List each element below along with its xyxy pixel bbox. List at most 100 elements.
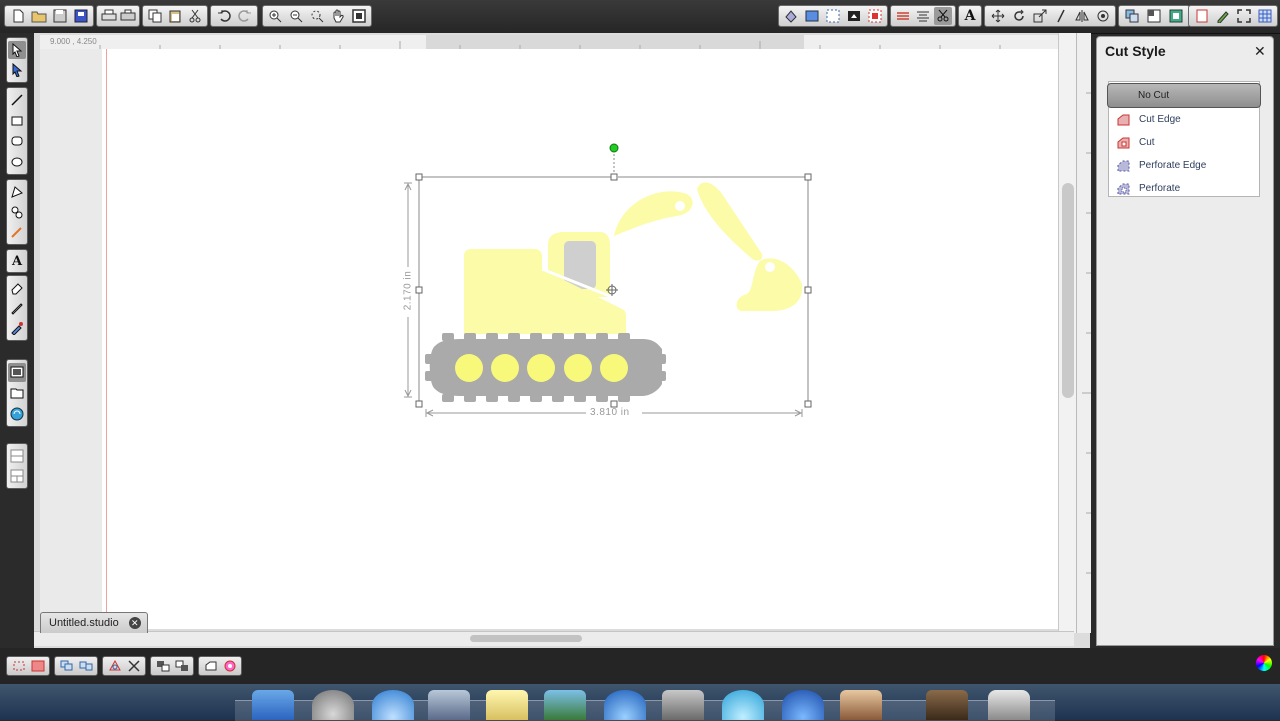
system-preferences-icon[interactable] (662, 690, 704, 720)
paste-icon[interactable] (166, 7, 184, 25)
downloads-stack-icon[interactable] (926, 690, 968, 720)
split-view-bottom-icon[interactable] (8, 467, 26, 485)
mirror-icon[interactable] (1072, 7, 1091, 25)
line-color-icon[interactable] (803, 7, 822, 25)
text-style-icon[interactable]: A (962, 7, 978, 25)
zoom-in-icon[interactable] (266, 7, 285, 25)
resize-handle-top-right[interactable] (804, 173, 812, 181)
polygon-tool-icon[interactable] (8, 183, 26, 201)
cut-option-cut-edge[interactable]: Cut Edge (1109, 108, 1259, 131)
resize-handle-left[interactable] (415, 286, 423, 294)
itunes-icon[interactable] (604, 690, 646, 720)
rectangle-tool-icon[interactable] (8, 112, 26, 131)
design-page[interactable]: 3.810 in 2.170 in (102, 49, 1058, 629)
zoom-out-icon[interactable] (287, 7, 306, 25)
cut-option-perforate-edge[interactable]: Perforate Edge (1109, 154, 1259, 177)
mail-icon[interactable] (428, 690, 470, 720)
horizontal-scrollbar[interactable] (34, 631, 1074, 646)
send-to-cutter-icon[interactable] (119, 7, 136, 25)
send-to-back-icon[interactable] (173, 658, 190, 674)
vertical-scrollbar[interactable] (1058, 33, 1077, 633)
sketch-icon[interactable] (1213, 7, 1232, 25)
copy-icon[interactable] (146, 7, 164, 25)
split-view-top-icon[interactable] (8, 447, 26, 465)
excavator-stick[interactable] (697, 182, 763, 261)
fullscreen-icon[interactable] (1234, 7, 1253, 25)
line-tool-icon[interactable] (8, 91, 26, 110)
rotate-handle[interactable] (609, 143, 619, 153)
group-align-icon[interactable] (29, 658, 46, 674)
trash-icon[interactable] (988, 690, 1030, 720)
modify-icon[interactable] (1144, 7, 1164, 25)
resize-handle-top-left[interactable] (415, 173, 423, 181)
undo-icon[interactable] (214, 7, 233, 25)
excavator-boom[interactable] (614, 191, 693, 236)
scale-icon[interactable] (1030, 7, 1049, 25)
rotate-icon[interactable] (1009, 7, 1028, 25)
move-icon[interactable] (988, 7, 1007, 25)
color-wheel-icon[interactable] (1256, 655, 1272, 671)
vertical-scroll-thumb[interactable] (1062, 183, 1074, 398)
library-view-icon[interactable] (8, 384, 26, 403)
rounded-rectangle-tool-icon[interactable] (8, 132, 26, 151)
knife-tool-icon[interactable] (8, 299, 26, 317)
design-page-view-icon[interactable] (8, 363, 26, 382)
preview-icon[interactable] (840, 690, 882, 720)
pan-icon[interactable] (328, 7, 347, 25)
online-store-icon[interactable] (8, 404, 26, 423)
delete-icon[interactable] (125, 658, 142, 674)
finder-icon[interactable] (252, 690, 294, 720)
make-compound-path-icon[interactable] (106, 658, 123, 674)
close-panel-icon[interactable]: ✕ (1254, 43, 1266, 60)
new-document-icon[interactable] (8, 7, 27, 25)
resize-handle-bottom-left[interactable] (415, 400, 423, 408)
select-tool-icon[interactable] (8, 41, 26, 59)
silhouette-studio-icon[interactable] (722, 690, 764, 720)
close-tab-icon[interactable]: ✕ (128, 617, 141, 629)
canvas-background[interactable]: 3.810 in 2.170 in (40, 49, 1058, 629)
notes-icon[interactable] (486, 690, 528, 720)
launchpad-icon[interactable] (312, 690, 354, 720)
cut-option-cut[interactable]: Cut (1109, 131, 1259, 154)
excavator-artwork[interactable] (102, 49, 1058, 629)
fill-color-icon[interactable] (782, 7, 801, 25)
bring-to-front-icon[interactable] (154, 658, 171, 674)
fill-pattern-icon[interactable] (824, 7, 843, 25)
ellipse-tool-icon[interactable] (8, 153, 26, 172)
center-align-icon[interactable] (10, 658, 27, 674)
freehand-tool-icon[interactable] (8, 223, 26, 241)
app-store-icon[interactable] (782, 690, 824, 720)
line-style-icon[interactable] (894, 7, 912, 25)
zoom-selection-icon[interactable] (308, 7, 327, 25)
print-icon[interactable] (100, 7, 117, 25)
curve-tool-icon[interactable] (8, 203, 26, 221)
shear-icon[interactable] (1051, 7, 1070, 25)
cut-settings-icon[interactable] (865, 7, 884, 25)
open-folder-icon[interactable] (29, 7, 48, 25)
horizontal-scroll-thumb[interactable] (470, 635, 582, 642)
fit-page-icon[interactable] (349, 7, 368, 25)
eraser-tool-icon[interactable] (8, 279, 26, 297)
save-to-library-icon[interactable] (71, 7, 90, 25)
edit-points-tool-icon[interactable] (8, 61, 26, 79)
cut-style-panel-icon[interactable] (934, 7, 952, 25)
group-icon[interactable] (58, 658, 75, 674)
shadow-icon[interactable] (844, 7, 863, 25)
align-icon[interactable] (914, 7, 932, 25)
cut-scissors-icon[interactable] (186, 7, 204, 25)
weld-icon[interactable] (202, 658, 219, 674)
replicate-icon[interactable] (1122, 7, 1142, 25)
photos-icon[interactable] (544, 690, 586, 720)
trace-icon[interactable] (1166, 7, 1186, 25)
offset-target-icon[interactable] (221, 658, 238, 674)
resize-handle-bottom-right[interactable] (804, 400, 812, 408)
cut-option-perforate[interactable]: Perforate (1109, 177, 1259, 200)
safari-icon[interactable] (372, 690, 414, 720)
resize-handle-top[interactable] (610, 173, 618, 181)
ungroup-icon[interactable] (77, 658, 94, 674)
redo-icon[interactable] (235, 7, 254, 25)
offset-icon[interactable] (1093, 7, 1112, 25)
eyedropper-tool-icon[interactable] (8, 319, 26, 337)
resize-handle-right[interactable] (804, 286, 812, 294)
page-setup-icon[interactable] (1192, 7, 1211, 25)
